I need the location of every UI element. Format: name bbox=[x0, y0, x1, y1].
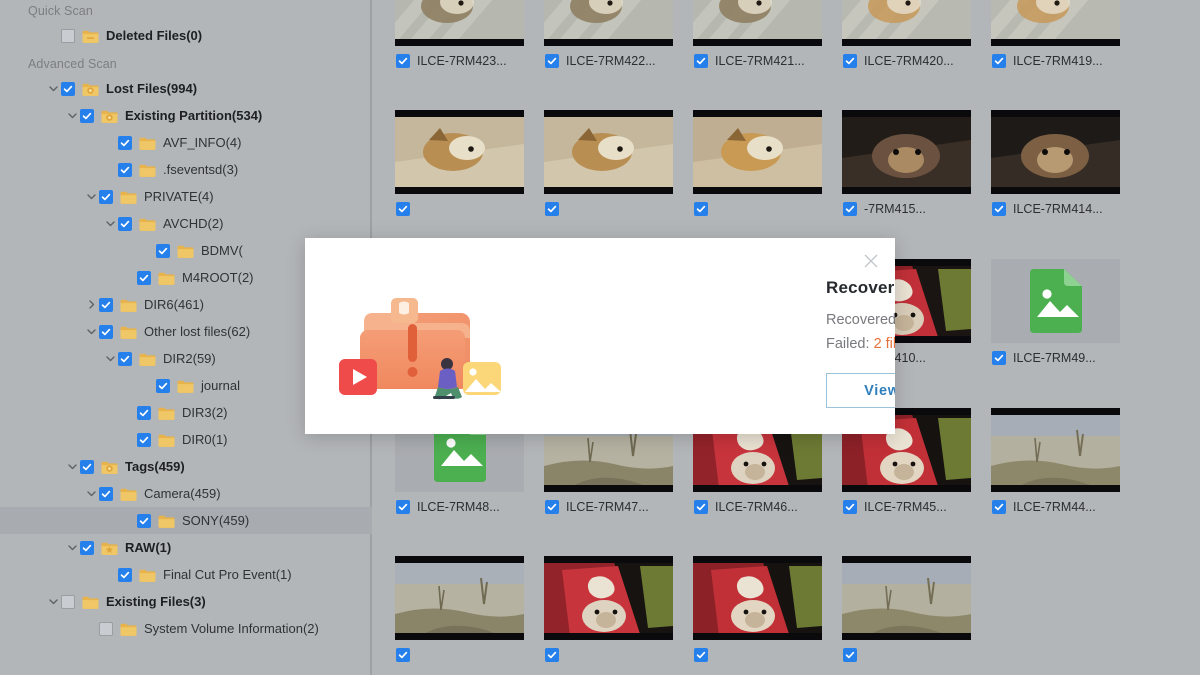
close-icon[interactable] bbox=[861, 251, 881, 271]
recovered-summary: Recovered: 994 files (29.59 GB) bbox=[826, 308, 895, 332]
modal-overlay: Recover Complete Recovered: 994 files (2… bbox=[0, 0, 1200, 675]
failed-value: 2 files (101.80 MB) bbox=[873, 336, 895, 352]
dialog-body: Recover Complete Recovered: 994 files (2… bbox=[826, 278, 895, 408]
recover-complete-dialog: Recover Complete Recovered: 994 files (2… bbox=[305, 238, 895, 434]
folder-warning-illustration bbox=[337, 286, 507, 404]
view-recovered-button[interactable]: View Recovered bbox=[826, 373, 895, 408]
app-root: Quick Scan Deleted Files(0) Advanced Sca… bbox=[0, 0, 1200, 675]
recovered-label: Recovered: bbox=[826, 312, 895, 328]
failed-summary: Failed: 2 files (101.80 MB) Details bbox=[826, 332, 895, 356]
failed-label: Failed: bbox=[826, 336, 870, 352]
dialog-title: Recover Complete bbox=[826, 278, 895, 297]
